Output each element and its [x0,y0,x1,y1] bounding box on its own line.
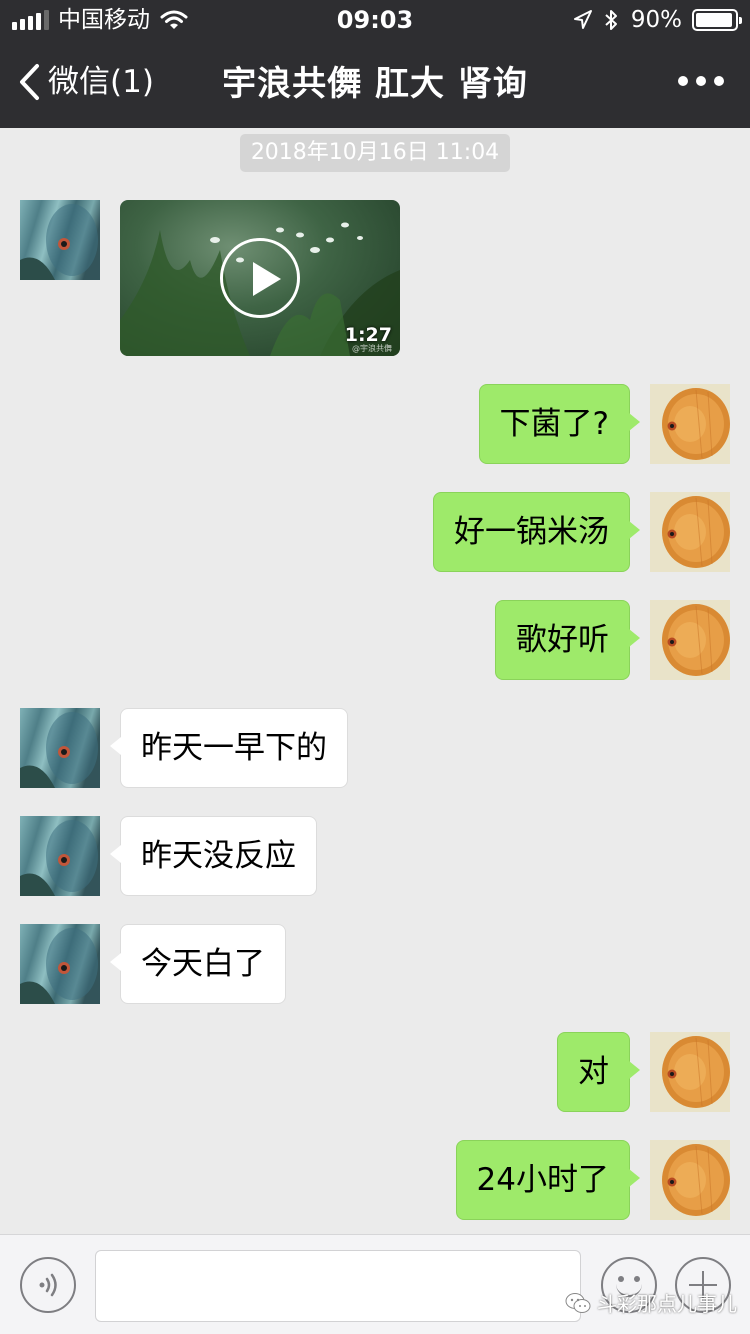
back-button[interactable]: 微信(1) [18,62,154,102]
video-message[interactable]: 1:27 @宇浪共儛 [120,200,400,356]
voice-button[interactable] [20,1257,76,1313]
my-avatar[interactable] [650,492,730,572]
received-message[interactable]: 今天白了 [110,924,286,1004]
contact-avatar[interactable] [20,200,100,280]
more-dots-icon [678,76,688,86]
contact-avatar[interactable] [20,924,100,1004]
sent-message[interactable]: 好一锅米汤 [433,492,640,572]
status-right: 90% [573,6,742,34]
location-arrow-icon [573,10,592,29]
input-bar [0,1234,750,1334]
sent-message[interactable]: 24小时了 [455,1140,641,1220]
back-label: 微信(1) [48,64,154,100]
more-button[interactable] [678,76,724,86]
video-watermark: @宇浪共儛 [352,344,392,353]
my-avatar[interactable] [650,1032,730,1112]
my-avatar[interactable] [650,600,730,680]
contact-avatar[interactable] [20,708,100,788]
sent-message[interactable]: 对 [557,1032,640,1112]
message-input[interactable] [95,1250,581,1322]
watermark: 斗彩那点儿事儿 [565,1288,737,1317]
bluetooth-icon [605,10,617,30]
watermark-text: 斗彩那点儿事儿 [597,1292,737,1316]
nav-bar: 微信(1) 宇浪共儛 肛大 肾询 [0,40,750,128]
received-message[interactable]: 昨天没反应 [110,816,317,896]
battery-icon [692,9,742,31]
contact-avatar[interactable] [20,816,100,896]
header: 中国移动 09:03 90% 微信(1) 宇浪共儛 肛大 肾询 [0,0,750,128]
status-bar: 中国移动 09:03 90% [0,0,750,40]
sent-message[interactable]: 下菌了? [478,384,641,464]
battery-percent: 90% [630,7,682,33]
chevron-left-icon [20,64,39,100]
voice-icon [39,1273,57,1297]
play-icon [220,238,300,318]
my-avatar[interactable] [650,384,730,464]
received-message[interactable]: 昨天一早下的 [110,708,348,788]
message-timestamp: 2018年10月16日 11:04 [240,134,510,172]
sent-message[interactable]: 歌好听 [495,600,640,680]
wechat-logo-icon [565,1292,591,1313]
my-avatar[interactable] [650,1140,730,1220]
